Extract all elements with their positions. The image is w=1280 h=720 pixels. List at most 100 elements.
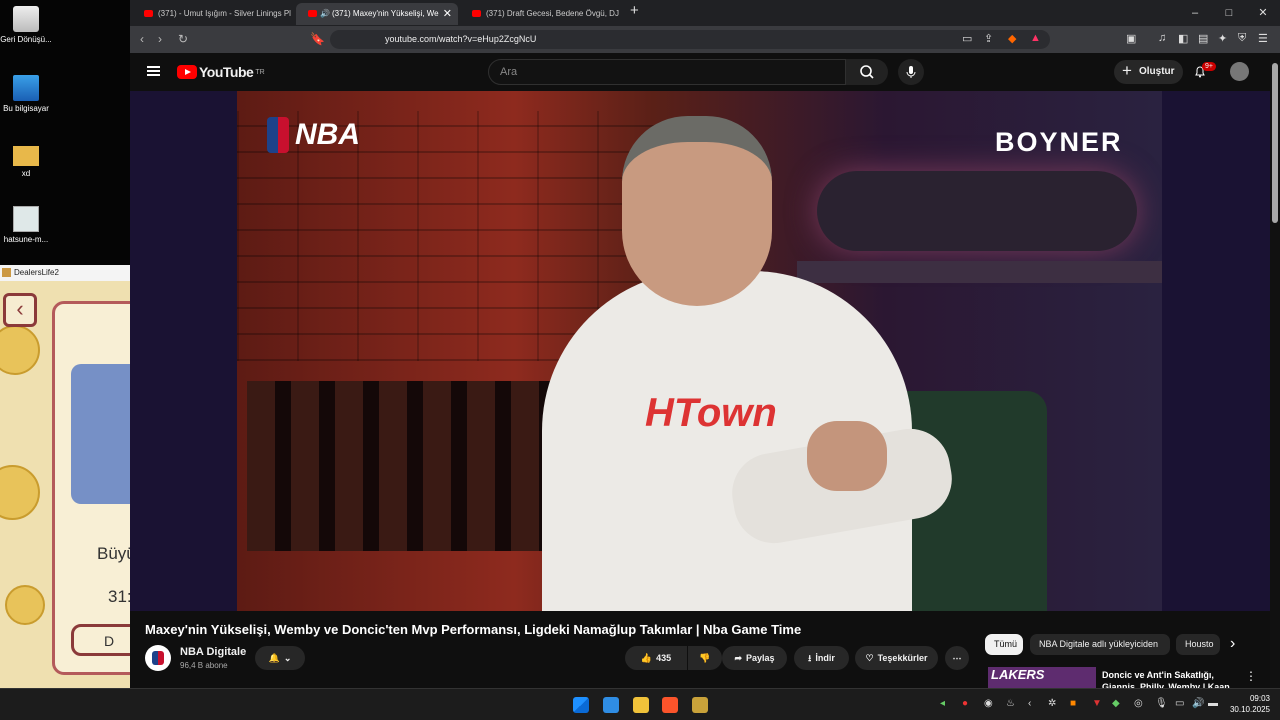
hamburger-menu-icon[interactable]	[147, 66, 160, 76]
speaker-icon[interactable]: 🔊	[320, 3, 330, 25]
desktop-icon-computer[interactable]: Bu bilgisayar	[0, 75, 52, 114]
create-label: Oluştur	[1139, 66, 1175, 77]
new-tab-button[interactable]: +	[630, 2, 639, 19]
sidebar-icon[interactable]: ◧	[1178, 32, 1188, 45]
desktop-icon-label: hatsune-m...	[3, 235, 49, 244]
microphone-tray-icon[interactable]: 🎙	[1155, 698, 1168, 709]
close-tab-icon[interactable]: ✕	[443, 3, 452, 25]
channel-avatar[interactable]	[145, 645, 171, 671]
recommended-thumbnail[interactable]: LAKERS	[988, 667, 1096, 689]
file-explorer-icon[interactable]	[633, 697, 649, 713]
tab-search-icon[interactable]: ▣	[1126, 32, 1136, 45]
bookmark-icon[interactable]: 🔖	[310, 32, 325, 46]
tray-app-icon[interactable]: ✲	[1048, 698, 1056, 709]
maximize-button[interactable]: □	[1212, 0, 1246, 26]
thumbs-up-icon: 👍	[640, 653, 653, 663]
computer-icon	[13, 75, 39, 101]
tab-draft-gecesi[interactable]: (371) Draft Gecesi, Bedene Övgü, DJ	[460, 3, 622, 25]
youtube-logo[interactable]: YouTube TR	[177, 64, 265, 80]
dealer-card: Büyü 31: D	[52, 301, 130, 675]
forward-arrow-icon[interactable]: ›	[158, 32, 162, 46]
volume-icon[interactable]: 🔊	[1192, 698, 1204, 709]
desktop-icon-recycle-bin[interactable]: Geri Dönüşü...	[0, 6, 52, 45]
voice-search-button[interactable]	[898, 59, 924, 85]
tray-app-icon[interactable]: ◎	[1134, 698, 1143, 709]
more-icon: ⋯	[952, 653, 962, 663]
dealerslife-taskbar-icon[interactable]	[692, 697, 708, 713]
back-arrow-icon[interactable]: ‹	[140, 32, 144, 46]
tab-maxey[interactable]: 🔊 (371) Maxey'nin Yükselişi, We ✕	[296, 3, 458, 25]
chip-all[interactable]: Tümü	[985, 634, 1023, 655]
chip-from-uploader[interactable]: NBA Digitale adlı yükleyiciden	[1030, 634, 1170, 655]
youtube-play-icon	[177, 65, 197, 79]
tray-app-icon[interactable]: ◉	[984, 698, 993, 709]
cast-icon[interactable]: ▭	[962, 32, 972, 45]
battery-icon[interactable]: ▬	[1208, 698, 1218, 709]
vpn-icon[interactable]: ⛨	[1238, 32, 1246, 45]
tray-app-icon[interactable]: ‹	[1028, 698, 1031, 709]
youtube-favicon-icon	[144, 10, 153, 17]
tab-umut-isigim[interactable]: (371) - Umut Işığım - Silver Linings Pl	[132, 3, 292, 25]
tray-app-icon[interactable]: ◆	[1112, 698, 1120, 709]
nba-logo: NBA	[267, 117, 360, 153]
desktop-icon-label: Geri Dönüşü...	[0, 35, 52, 44]
youtube-header: YouTube TR Ara Oluştur 9+	[130, 53, 1280, 91]
share-label: Paylaş	[746, 653, 775, 663]
close-window-button[interactable]: ✕	[1246, 0, 1280, 26]
dealerslife-titlebar[interactable]: DealersLife2	[0, 265, 130, 281]
brave-shield-icon[interactable]: ◆	[1008, 32, 1016, 45]
share-button[interactable]: ➦ Paylaş	[722, 646, 787, 670]
media-icon[interactable]: ♫	[1158, 32, 1166, 44]
share-icon[interactable]: ⇪	[984, 32, 993, 45]
ai-icon[interactable]: ✦	[1218, 32, 1227, 45]
back-button[interactable]: ‹	[3, 293, 37, 327]
desktop-icon-label: xd	[21, 169, 31, 178]
desktop-icon-image[interactable]: hatsune-m...	[0, 206, 52, 245]
rewards-icon[interactable]: ▲	[1030, 32, 1041, 44]
scrollbar-thumb[interactable]	[1272, 63, 1278, 223]
avatar[interactable]	[1230, 62, 1249, 81]
video-player[interactable]: HTown NBA BOYNER	[130, 91, 1270, 611]
dealerslife-window[interactable]: DealersLife2 ‹ Büyü 31: D	[0, 265, 130, 688]
steam-icon[interactable]: ♨	[1006, 698, 1015, 709]
menu-icon[interactable]: ☰	[1258, 32, 1268, 45]
minimize-button[interactable]: –	[1178, 0, 1212, 26]
reload-icon[interactable]: ↻	[178, 32, 188, 46]
search-input[interactable]: Ara	[488, 59, 846, 85]
tray-app-icon[interactable]: ●	[962, 698, 968, 709]
thanks-label: Teşekkürler	[877, 653, 928, 663]
more-actions-button[interactable]: ⋯	[945, 646, 969, 670]
brave-browser-icon[interactable]	[662, 697, 678, 713]
widgets-icon[interactable]	[603, 697, 619, 713]
youtube-page: YouTube TR Ara Oluştur 9+	[130, 53, 1280, 692]
kebab-menu-icon[interactable]: ⋮	[1245, 669, 1257, 683]
subscription-bell-button[interactable]: 🔔 ⌄	[255, 646, 305, 670]
tray-app-icon[interactable]: ▼	[1092, 698, 1102, 709]
url-text: youtube.com/watch?v=eHup2ZcgNcU	[385, 34, 537, 44]
create-button[interactable]: Oluştur	[1114, 59, 1183, 84]
card-button-label: D	[104, 633, 115, 649]
tray-app-icon[interactable]: ■	[1070, 698, 1076, 709]
address-bar[interactable]: youtube.com/watch?v=eHup2ZcgNcU	[330, 30, 1050, 49]
search-icon	[860, 65, 874, 79]
dealer-portrait	[71, 364, 130, 504]
start-windows-icon[interactable]	[573, 697, 589, 713]
video-frame[interactable]: HTown NBA BOYNER	[237, 91, 1162, 611]
wallet-icon[interactable]: ▤	[1198, 32, 1208, 45]
dislike-button[interactable]: 👎	[688, 646, 722, 670]
chips-next-icon[interactable]: ›	[1230, 635, 1235, 653]
channel-name[interactable]: NBA Digitale	[180, 646, 246, 658]
download-button[interactable]: ⭳ İndir	[794, 646, 849, 670]
share-arrow-icon: ➦	[734, 653, 742, 663]
nba-logoman-icon	[267, 117, 289, 153]
system-clock[interactable]: 09:03 30.10.2025	[1228, 693, 1270, 715]
desktop-icon-folder[interactable]: xd	[0, 142, 52, 179]
card-button[interactable]: D	[71, 624, 130, 656]
chip-houston[interactable]: Housto	[1176, 634, 1220, 655]
like-button[interactable]: 👍 435	[625, 646, 687, 670]
thanks-button[interactable]: ♡ Teşekkürler	[855, 646, 938, 670]
network-icon[interactable]: ▭	[1175, 698, 1184, 709]
search-button[interactable]	[846, 59, 888, 85]
tray-app-icon[interactable]: ◂	[940, 698, 945, 709]
page-scrollbar[interactable]	[1270, 53, 1280, 688]
